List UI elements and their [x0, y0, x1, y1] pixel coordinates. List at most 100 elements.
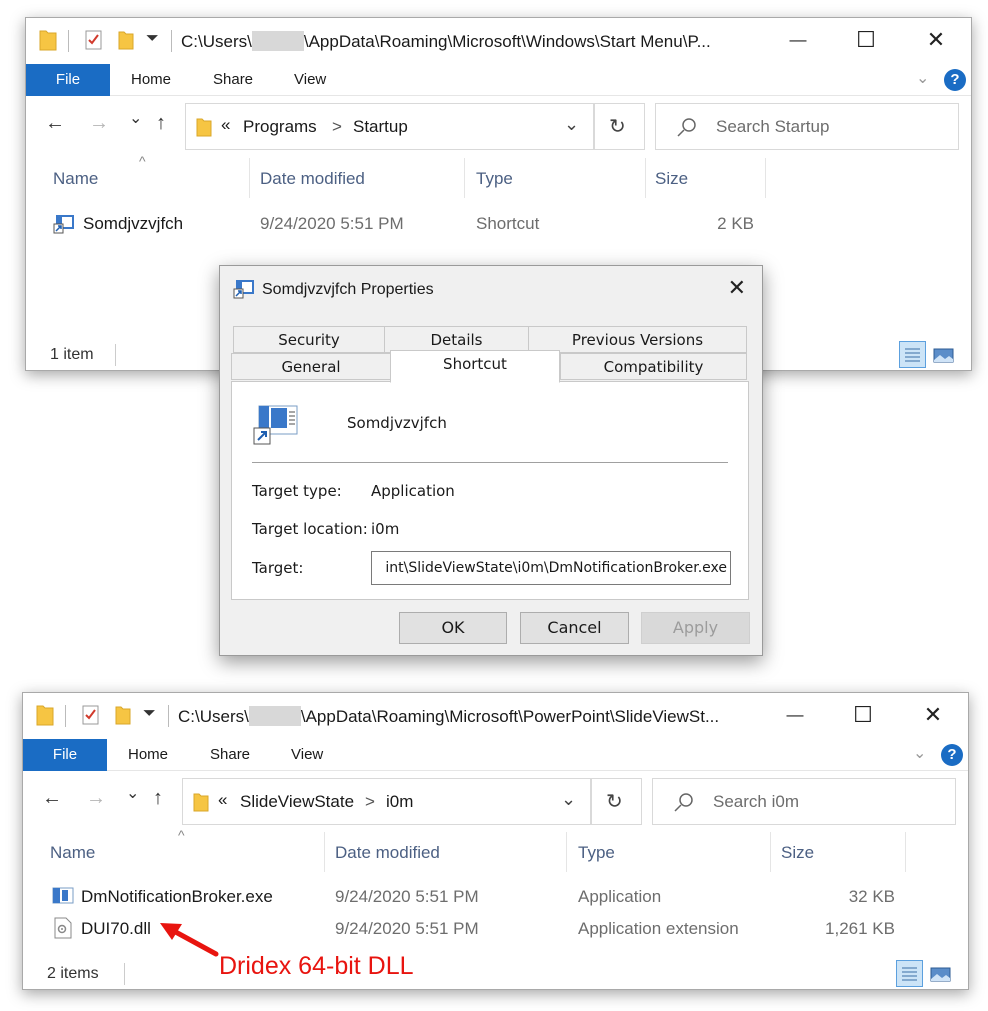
large-icons-view-icon[interactable] — [930, 341, 957, 368]
folder-icon — [36, 705, 54, 726]
up-arrow-icon[interactable]: ↑ — [156, 112, 166, 135]
title-bar[interactable]: ⏷ C:\Users\ \AppData\Roaming\Microsoft\Po… — [23, 693, 968, 739]
expand-ribbon-chevron-icon[interactable]: ⌄ — [913, 743, 926, 763]
column-header-date-modified[interactable]: Date modified — [260, 169, 365, 189]
column-header-name[interactable]: Name — [50, 843, 95, 863]
tab-view[interactable]: View — [291, 746, 323, 763]
address-dropdown-icon[interactable]: ⌄ — [561, 789, 576, 810]
address-dropdown-icon[interactable]: ⌄ — [564, 114, 579, 135]
tab-file[interactable]: File — [26, 64, 110, 96]
column-header-size[interactable]: Size — [655, 169, 688, 189]
back-arrow-icon[interactable]: ← — [45, 112, 65, 135]
new-folder-icon[interactable] — [118, 30, 134, 50]
refresh-button[interactable]: ↻ — [594, 103, 645, 150]
maximize-button[interactable]: ☐ — [846, 26, 886, 54]
column-header-type[interactable]: Type — [578, 843, 615, 863]
search-placeholder: Search Startup — [716, 117, 830, 136]
address-bar[interactable]: « Programs > Startup ⌄ — [185, 103, 594, 150]
search-box[interactable]: Search Startup — [655, 103, 959, 150]
column-divider[interactable] — [324, 832, 325, 872]
apply-button[interactable]: Apply — [641, 612, 750, 644]
breadcrumb-overflow[interactable]: « — [221, 115, 230, 135]
recent-locations-dropdown-icon[interactable]: ⌄ — [126, 783, 139, 803]
dll-file-icon — [54, 917, 72, 939]
target-field[interactable]: int\SlideViewState\i0m\DmNotificationBro… — [371, 551, 731, 585]
refresh-icon: ↻ — [609, 116, 626, 138]
tab-compatibility[interactable]: Compatibility — [560, 353, 747, 380]
details-view-icon[interactable] — [896, 960, 923, 987]
up-arrow-icon[interactable]: ↑ — [153, 787, 163, 810]
maximize-button[interactable]: ☐ — [843, 701, 883, 729]
breadcrumb-item-i0m[interactable]: i0m — [386, 792, 413, 812]
column-divider[interactable] — [770, 832, 771, 872]
forward-arrow-icon[interactable]: → — [89, 112, 109, 135]
tab-security[interactable]: Security — [233, 326, 385, 353]
breadcrumb-separator[interactable]: > — [332, 117, 342, 137]
column-header-date-modified[interactable]: Date modified — [335, 843, 440, 863]
breadcrumb-item-slideviewstate[interactable]: SlideViewState — [240, 792, 354, 812]
table-row[interactable]: Somdjvzvjfch 9/24/2020 5:51 PM Shortcut … — [26, 206, 786, 242]
target-type-value: Application — [371, 482, 455, 500]
tab-share[interactable]: Share — [213, 71, 253, 88]
customize-toolbar-dropdown[interactable]: ⏷ — [143, 705, 156, 723]
tab-previous-versions[interactable]: Previous Versions — [528, 326, 747, 353]
search-icon — [674, 793, 693, 812]
details-view-icon[interactable] — [899, 341, 926, 368]
tab-shortcut[interactable]: Shortcut — [390, 350, 560, 383]
ok-button[interactable]: OK — [399, 612, 507, 644]
column-divider[interactable] — [464, 158, 465, 198]
breadcrumb-overflow[interactable]: « — [218, 790, 227, 810]
tab-view[interactable]: View — [294, 71, 326, 88]
expand-ribbon-chevron-icon[interactable]: ⌄ — [916, 68, 929, 88]
help-icon[interactable]: ? — [944, 69, 966, 91]
column-divider[interactable] — [566, 832, 567, 872]
status-item-count: 2 items — [47, 965, 99, 982]
ribbon-tabs: File Home Share View ⌄ ? — [26, 64, 971, 96]
column-divider[interactable] — [249, 158, 250, 198]
close-button[interactable]: ✕ — [916, 26, 956, 54]
dialog-close-icon[interactable]: ✕ — [728, 276, 746, 301]
large-icons-view-icon[interactable] — [927, 960, 954, 987]
refresh-button[interactable]: ↻ — [591, 778, 642, 825]
breadcrumb-item-programs[interactable]: Programs — [243, 117, 317, 137]
search-box[interactable]: Search i0m — [652, 778, 956, 825]
forward-arrow-icon[interactable]: → — [86, 787, 106, 810]
column-header-type[interactable]: Type — [476, 169, 513, 189]
tab-share[interactable]: Share — [210, 746, 250, 763]
file-name[interactable]: Somdjvzvjfch — [83, 214, 183, 234]
breadcrumb-separator[interactable]: > — [365, 792, 375, 812]
title-bar[interactable]: ⏷ C:\Users\ \AppData\Roaming\Microsoft\Wi… — [26, 18, 971, 64]
minimize-button[interactable]: — — [778, 26, 818, 54]
table-row[interactable]: DmNotificationBroker.exe 9/24/2020 5:51 … — [23, 881, 923, 913]
sort-ascending-icon: ^ — [139, 153, 146, 169]
tab-details[interactable]: Details — [384, 326, 529, 353]
tab-home[interactable]: Home — [128, 746, 168, 763]
status-separator — [124, 963, 125, 985]
back-arrow-icon[interactable]: ← — [42, 787, 62, 810]
tab-general[interactable]: General — [231, 353, 391, 380]
tab-file[interactable]: File — [23, 739, 107, 771]
recent-locations-dropdown-icon[interactable]: ⌄ — [129, 108, 142, 128]
properties-checkmark-icon[interactable] — [82, 705, 100, 725]
column-divider[interactable] — [645, 158, 646, 198]
file-name[interactable]: DmNotificationBroker.exe — [81, 887, 273, 907]
column-divider[interactable] — [765, 158, 766, 198]
address-bar[interactable]: « SlideViewState > i0m ⌄ — [182, 778, 591, 825]
column-header-size[interactable]: Size — [781, 843, 814, 863]
close-button[interactable]: ✕ — [913, 701, 953, 729]
navigation-bar: ← → ⌄ ↑ « Programs > Startup ⌄ ↻ Search … — [26, 98, 971, 150]
breadcrumb-item-startup[interactable]: Startup — [353, 117, 408, 137]
tab-home[interactable]: Home — [131, 71, 171, 88]
customize-toolbar-dropdown[interactable]: ⏷ — [146, 30, 159, 48]
separator — [65, 705, 66, 727]
new-folder-icon[interactable] — [115, 705, 131, 725]
ribbon-tabs: File Home Share View ⌄ ? — [23, 739, 968, 771]
title-path-end: \AppData\Roaming\Microsoft\Windows\Start… — [303, 32, 711, 51]
file-name[interactable]: DUI70.dll — [81, 919, 151, 939]
cancel-button[interactable]: Cancel — [520, 612, 629, 644]
column-divider[interactable] — [905, 832, 906, 872]
help-icon[interactable]: ? — [941, 744, 963, 766]
properties-checkmark-icon[interactable] — [85, 30, 103, 50]
column-header-name[interactable]: Name — [53, 169, 98, 189]
minimize-button[interactable]: — — [775, 701, 815, 729]
